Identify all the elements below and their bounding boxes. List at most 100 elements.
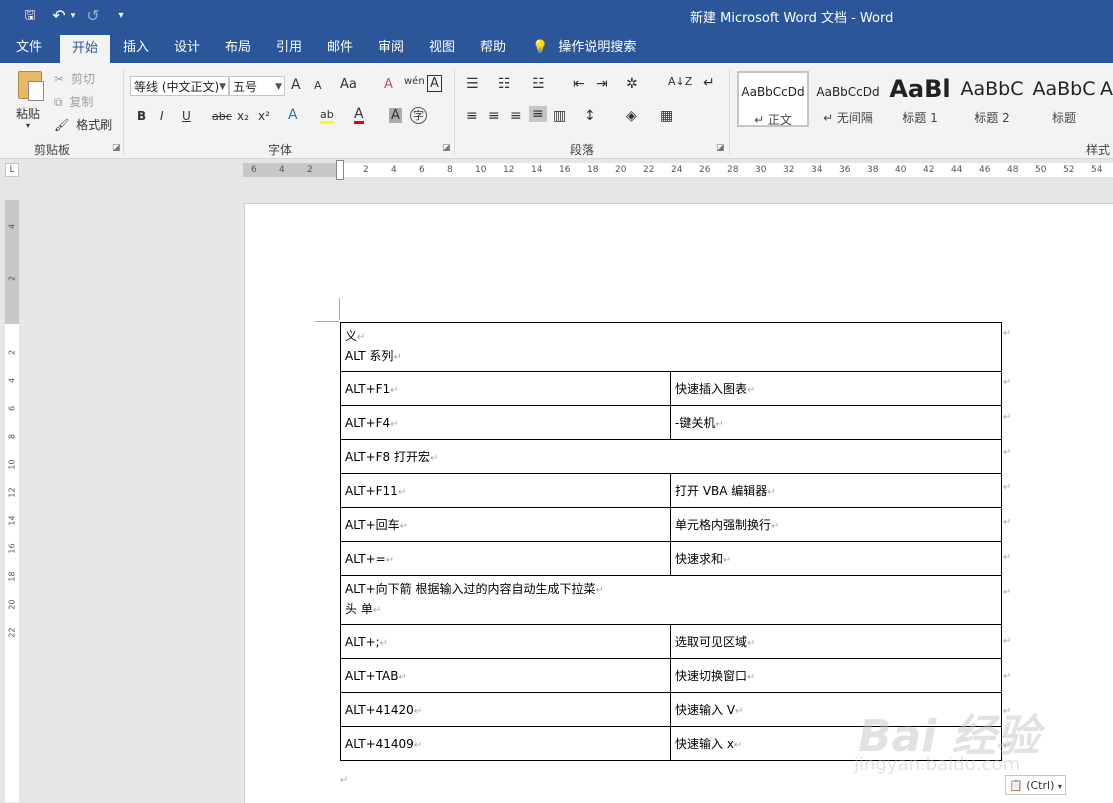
style-normal[interactable]: AaBbCcDd ↵ 正文 [737,71,809,127]
shortcut-key-cell[interactable]: ALT+F4↵ [340,405,671,440]
numbering-icon[interactable]: ☷ [498,76,511,92]
paragraph-launcher-icon[interactable]: ◪ [716,143,725,153]
clipboard-launcher-icon[interactable]: ◪ [112,143,121,153]
shortcut-key-cell[interactable]: ALT+回车↵ [340,507,671,542]
shortcut-desc-cell[interactable]: 选取可见区域↵ [670,624,1002,659]
shortcut-desc-cell[interactable]: 快速求和↵ [670,541,1002,576]
shortcut-key-cell[interactable]: ALT+F1↵ [340,371,671,406]
shading-icon[interactable]: ◈ [626,108,637,124]
indent-marker-icon[interactable] [336,160,344,180]
tab-help[interactable]: 帮助 [469,32,517,63]
sort-icon[interactable]: A↓Z [668,75,692,88]
table-row[interactable]: ALT+向下箭 根据输入过的内容自动生成下拉菜↵ 头 单↵ [340,575,1002,625]
font-launcher-icon[interactable]: ◪ [442,143,451,153]
shortcut-desc-cell[interactable]: 打开 VBA 编辑器↵ [670,473,1002,508]
tab-references[interactable]: 引用 [265,32,313,63]
shortcut-key-cell[interactable]: ALT+;↵ [340,624,671,659]
tab-layout[interactable]: 布局 [214,32,262,63]
redo-icon[interactable]: ↺ [84,6,102,26]
distributed-icon[interactable]: ▥ [553,108,566,124]
shrink-font-button[interactable]: A [314,79,322,92]
align-center-icon[interactable]: ≡ [488,108,500,124]
shortcut-key-cell[interactable]: ALT+F11↵ [340,473,671,508]
multilevel-list-icon[interactable]: ☳ [532,76,545,92]
italic-button[interactable]: I [160,109,164,123]
font-name-value: 等线 (中文正文) [134,80,220,94]
horizontal-ruler[interactable]: 6 4 2 2 4 6 8 10 12 14 16 18 20 22 24 26 28 30 32 34 36 38 40 4… [243,160,1113,180]
shortcut-key-cell[interactable]: ALT+=↵ [340,541,671,576]
format-painter-button[interactable]: 🖌 格式刷 [54,116,112,133]
tell-me-search[interactable]: 💡 操作说明搜索 [532,32,636,63]
change-case-button[interactable]: Aa [340,77,357,92]
bold-button[interactable]: B [137,109,146,123]
tab-insert[interactable]: 插入 [112,32,160,63]
shortcut-key-cell[interactable]: ALT+41409↵ [340,726,671,761]
customize-qat-icon[interactable]: ▾ [114,6,128,26]
end-of-row-mark: ↵ [1003,447,1012,458]
enclose-characters-button[interactable]: 字 [410,107,427,124]
clear-formatting-button[interactable]: A [384,77,393,92]
font-color-button[interactable]: A [354,107,364,124]
style-title[interactable]: AaBbC 标题 [1028,71,1100,127]
table-cell-merged[interactable]: ALT+F8 打开宏↵ [340,439,1002,474]
shortcut-key-cell[interactable]: ALT+41420↵ [340,692,671,727]
align-right-icon[interactable]: ≡ [510,108,522,124]
underline-button[interactable]: U [182,109,191,123]
bullets-icon[interactable]: ☰ [466,76,479,92]
cell-text: ALT+F1 [345,381,391,396]
show-marks-icon[interactable]: ↵ [703,75,715,91]
style-no-spacing[interactable]: AaBbCcDd ↵ 无间隔 [812,71,884,127]
table-cell-merged[interactable]: 义↵ ALT 系列↵ [340,322,1002,372]
tab-file[interactable]: 文件 [4,32,54,63]
tab-mailings[interactable]: 邮件 [316,32,364,63]
justify-icon[interactable]: ≡ [529,106,547,122]
ruler-tick-label: 6 [419,165,425,175]
table-row[interactable]: ALT+F8 打开宏↵ [340,439,1002,474]
tab-view[interactable]: 视图 [418,32,466,63]
undo-dropdown-icon[interactable]: ▾ [68,6,78,26]
subscript-button[interactable]: x₂ [237,109,249,123]
shortcut-desc-cell[interactable]: -键关机↵ [670,405,1002,440]
undo-icon[interactable]: ↶ [50,6,68,26]
grow-font-button[interactable]: A [291,77,301,93]
character-border-button[interactable]: A [427,75,442,92]
copy-button[interactable]: ⧉ 复制 [54,93,93,110]
tab-design[interactable]: 设计 [163,32,211,63]
highlight-button[interactable]: ab [320,108,334,124]
shortcut-desc-cell[interactable]: 快速插入图表↵ [670,371,1002,406]
phonetic-guide-button[interactable]: wén [404,76,425,87]
vertical-ruler[interactable]: 4 2 2 4 6 8 10 12 14 16 18 20 22 [5,200,19,802]
table-cell-merged[interactable]: ALT+向下箭 根据输入过的内容自动生成下拉菜↵ 头 单↵ [340,575,1002,625]
decrease-indent-icon[interactable]: ⇤ [573,76,585,92]
cut-button[interactable]: ✂ 剪切 [54,70,95,87]
table-row[interactable]: ALT+F11↵ 打开 VBA 编辑器↵ [340,473,1002,508]
tab-selector[interactable]: L [5,163,19,177]
font-size-combo[interactable]: 五号 ▼ [229,76,285,96]
style-heading-2[interactable]: AaBbC 标题 2 [956,71,1028,127]
style-heading-1[interactable]: AaBl 标题 1 [884,71,956,127]
shortcut-desc-cell[interactable]: 单元格内强制换行↵ [670,507,1002,542]
chinese-layout-icon[interactable]: ✲ [626,76,638,92]
table-row[interactable]: ALT+回车↵ 单元格内强制换行↵ [340,507,1002,542]
borders-icon[interactable]: ▦ [660,108,673,124]
increase-indent-icon[interactable]: ⇥ [596,76,608,92]
table-row[interactable]: 义↵ ALT 系列↵ [340,322,1002,372]
tab-home[interactable]: 开始 [60,35,110,63]
character-shading-button[interactable]: A [389,108,402,123]
style-more[interactable]: A [1100,71,1113,127]
strikethrough-button[interactable]: abc [212,110,232,123]
ribbon-home: 粘贴 ▾ ✂ 剪切 ⧉ 复制 🖌 格式刷 剪贴板 ◪ 等线 (中文正文) ▼ 五… [0,63,1113,159]
font-name-combo[interactable]: 等线 (中文正文) ▼ [130,76,229,96]
table-row[interactable]: ALT+=↵ 快速求和↵ [340,541,1002,576]
text-effects-button[interactable]: A [288,107,298,123]
save-icon[interactable]: 🖫 [20,6,40,26]
superscript-button[interactable]: x² [258,109,270,123]
paste-button[interactable]: 粘贴 ▾ [10,69,48,133]
table-row[interactable]: ALT+;↵ 选取可见区域↵ [340,624,1002,659]
table-row[interactable]: ALT+F4↵ -键关机↵ [340,405,1002,440]
shortcut-key-cell[interactable]: ALT+TAB↵ [340,658,671,693]
table-row[interactable]: ALT+F1↵ 快速插入图表↵ [340,371,1002,406]
tab-review[interactable]: 审阅 [367,32,415,63]
align-left-icon[interactable]: ≡ [466,108,478,124]
line-spacing-icon[interactable]: ↕ [584,108,596,124]
